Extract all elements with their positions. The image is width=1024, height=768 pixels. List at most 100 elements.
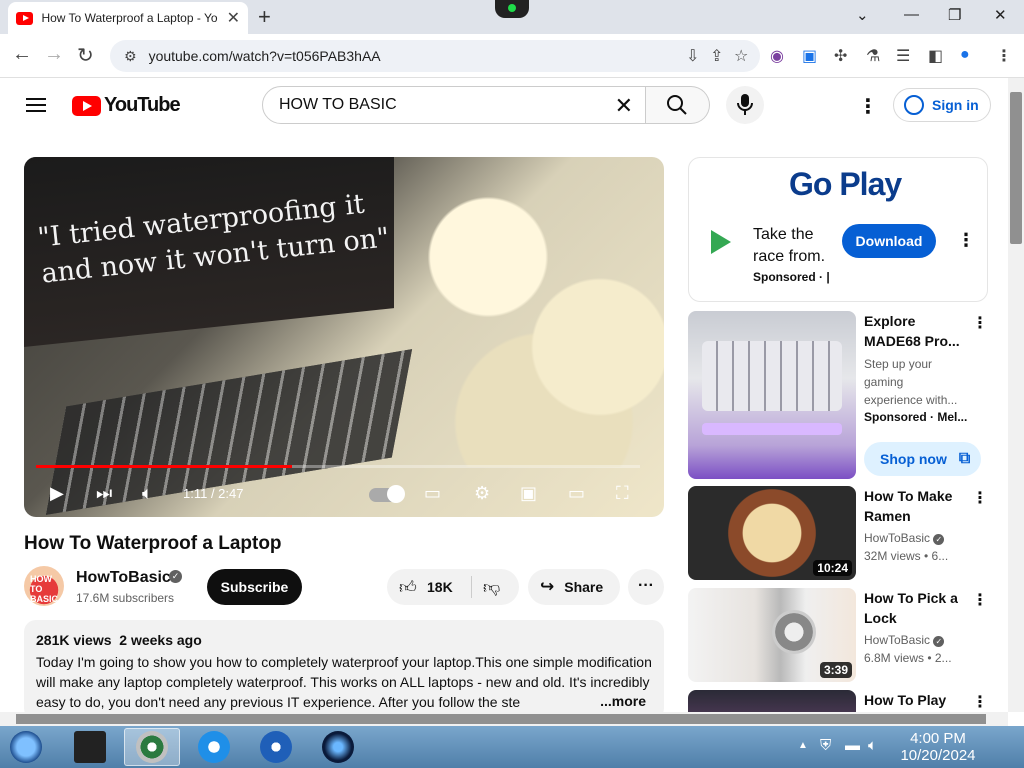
search-icon	[667, 95, 687, 115]
subtitles-icon[interactable]: ▭	[424, 483, 441, 504]
omnibox[interactable]: ⚙ youtube.com/watch?v=t056PAB3hAA	[110, 40, 760, 72]
tray-volume-icon[interactable]: 🔈︎	[868, 737, 877, 754]
media-player-icon[interactable]	[260, 731, 292, 763]
sidebar-thumbnail[interactable]: 10:24	[688, 486, 856, 580]
fullscreen-icon[interactable]: ⛶	[616, 483, 629, 504]
reload-icon[interactable]: ↻	[77, 43, 94, 68]
verified-check-icon: ✓	[933, 534, 945, 545]
thumbs-up-icon[interactable]: 👍︎	[399, 577, 417, 598]
sidebar-views: 6.8M views • 2...	[864, 651, 952, 665]
extension-purple-icon[interactable]: ◉	[770, 46, 784, 66]
sidebar-kebab-icon[interactable]: ⋮	[972, 692, 988, 712]
vertical-scrollbar[interactable]	[1008, 78, 1024, 712]
sidebar-title[interactable]: How To Pick a Lock	[864, 588, 964, 628]
site-info-icon[interactable]: ⚙	[124, 48, 137, 65]
description-box[interactable]: 281K views 2 weeks ago Today I'm going t…	[24, 620, 664, 720]
sidebar-kebab-icon[interactable]: ⋮	[972, 313, 988, 333]
profile-icon[interactable]: ●	[960, 46, 970, 64]
chrome-taskbar-icon[interactable]	[136, 731, 168, 763]
settings-gear-icon[interactable]: ⚙	[474, 483, 490, 504]
extension-blue-icon[interactable]: ▣	[802, 46, 817, 66]
close-tab-icon[interactable]: ✕	[227, 8, 240, 28]
hamburger-menu-icon[interactable]	[26, 98, 46, 112]
next-video-icon[interactable]: ⏭	[96, 483, 112, 504]
sidebar-title[interactable]: How To Make Ramen	[864, 486, 964, 526]
sidebar-thumbnail[interactable]: 3:39	[688, 588, 856, 682]
new-tab-icon[interactable]: +	[258, 4, 271, 30]
settings-kebab-icon[interactable]: ⋮	[858, 94, 878, 119]
minimize-icon[interactable]: —	[904, 6, 919, 23]
tray-shield-icon[interactable]: ⛨	[820, 737, 831, 754]
miniplayer-icon[interactable]: ▣	[520, 483, 537, 504]
install-app-icon[interactable]: ⇩	[686, 46, 699, 66]
taskbar-app-icon[interactable]	[74, 731, 106, 763]
horizontal-scroll-thumb[interactable]	[16, 714, 986, 724]
voice-search-button[interactable]	[726, 86, 764, 124]
sidebar-video-item[interactable]: How To Play ⋮	[688, 690, 988, 712]
system-clock[interactable]: 4:00 PM 10/20/2024	[896, 730, 980, 764]
internet-explorer-icon[interactable]	[198, 731, 230, 763]
sidebar-kebab-icon[interactable]: ⋮	[972, 590, 988, 610]
youtube-logo[interactable]: YouTube	[72, 94, 181, 117]
like-count[interactable]: 18K	[427, 579, 453, 595]
restore-icon[interactable]: ❐	[948, 6, 961, 24]
sidebar-kebab-icon[interactable]: ⋮	[972, 488, 988, 508]
show-more-link[interactable]: ...more	[596, 693, 646, 709]
clear-search-icon[interactable]: ✕	[615, 93, 633, 119]
share-button[interactable]: ↪ Share	[528, 569, 620, 605]
theater-mode-icon[interactable]: ▭	[568, 483, 585, 504]
sidebar-thumbnail[interactable]	[688, 311, 856, 479]
ad-card[interactable]: Go Play Take the race from. Sponsored · …	[688, 157, 988, 302]
browser-tab-strip: How To Waterproof a Laptop - Yo ✕ + ⌄ — …	[0, 0, 1024, 34]
volume-icon[interactable]: 🔈︎	[142, 483, 153, 504]
browser-tab[interactable]: How To Waterproof a Laptop - Yo ✕	[8, 2, 248, 34]
autoplay-toggle[interactable]	[369, 485, 405, 503]
media-queue-icon[interactable]: ☰	[896, 46, 910, 66]
bookmark-star-icon[interactable]: ☆	[734, 46, 748, 66]
subscriber-count: 17.6M subscribers	[76, 591, 175, 605]
channel-name[interactable]: HowToBasic	[76, 569, 171, 587]
sidebar-video-item[interactable]: 10:24 How To Make Ramen ⋮ HowToBasic ✓ 3…	[688, 486, 988, 580]
lab-flask-icon[interactable]: ⚗	[866, 46, 880, 66]
forward-icon[interactable]: →	[44, 43, 64, 66]
thumbs-down-icon[interactable]: 👎︎	[483, 577, 500, 598]
tray-network-icon[interactable]: ▬	[845, 737, 860, 754]
subscribe-button[interactable]: Subscribe	[207, 569, 302, 605]
search-value: HOW TO BASIC	[279, 96, 397, 113]
sidebar-video-item[interactable]: 3:39 How To Pick a Lock ⋮ HowToBasic ✓ 6…	[688, 588, 988, 682]
sign-in-button[interactable]: Sign in	[893, 88, 991, 122]
ad-kebab-icon[interactable]: ⋮	[957, 230, 975, 251]
upload-age: 2 weeks ago	[119, 632, 202, 648]
sidebar-title[interactable]: Explore MADE68 Pro...	[864, 311, 964, 351]
sidebar-channel: HowToBasic ✓	[864, 633, 945, 647]
chrome-menu-icon[interactable]: ⋮	[996, 46, 1012, 66]
horizontal-scrollbar[interactable]	[0, 712, 1008, 726]
more-actions-icon[interactable]: ···	[628, 569, 664, 605]
time-display: 1:11 / 2:47	[183, 486, 244, 501]
start-button-icon[interactable]	[10, 731, 42, 763]
tab-search-chevron-icon[interactable]: ⌄	[856, 6, 869, 24]
tray-arrow-icon[interactable]: ▲	[798, 740, 808, 751]
window-close-icon[interactable]: ✕	[994, 6, 1007, 24]
taskbar-globe-icon[interactable]	[322, 731, 354, 763]
video-title: How To Waterproof a Laptop	[24, 533, 282, 554]
search-input[interactable]: HOW TO BASIC ✕	[262, 86, 646, 124]
sidebar-thumbnail[interactable]	[688, 690, 856, 712]
side-panel-icon[interactable]: ◧	[928, 46, 943, 66]
extensions-puzzle-icon[interactable]: ✣	[834, 46, 847, 66]
external-link-icon: ⧉	[958, 450, 971, 467]
back-icon[interactable]: ←	[12, 43, 32, 66]
download-button[interactable]: Download	[842, 224, 936, 258]
shop-now-button[interactable]: Shop now ⧉	[864, 442, 981, 476]
progress-bar[interactable]	[36, 465, 640, 468]
search-button[interactable]	[646, 86, 710, 124]
video-player[interactable]: "I tried waterproofing it and now it won…	[24, 157, 664, 517]
play-icon[interactable]: ▶	[50, 483, 64, 504]
channel-avatar[interactable]: HOW TO BASIC	[24, 566, 64, 606]
youtube-wordmark: YouTube	[104, 94, 181, 116]
shop-now-label: Shop now	[880, 451, 947, 467]
vertical-scroll-thumb[interactable]	[1010, 92, 1022, 244]
sidebar-title[interactable]: How To Play	[864, 690, 964, 710]
like-divider	[471, 576, 472, 598]
share-page-icon[interactable]: ⇪	[710, 46, 723, 66]
